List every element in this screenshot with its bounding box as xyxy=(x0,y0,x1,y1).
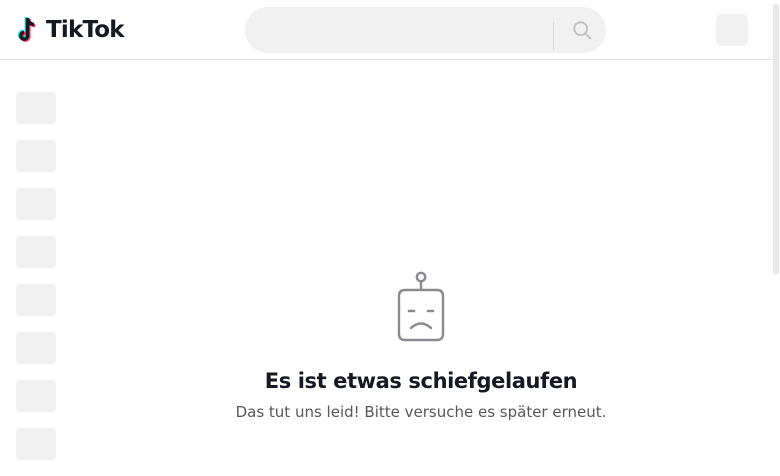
sidebar-skeleton-item xyxy=(16,332,56,364)
search-divider xyxy=(553,22,554,50)
search-icon xyxy=(572,21,591,40)
sidebar-skeleton-item xyxy=(16,236,56,268)
error-title: Es ist etwas schiefgelaufen xyxy=(264,369,578,393)
search-button[interactable] xyxy=(557,7,606,53)
sidebar-skeleton-item xyxy=(16,284,56,316)
sidebar-skeleton-item xyxy=(16,380,56,412)
sad-robot-icon xyxy=(397,271,445,342)
page-scrollbar[interactable] xyxy=(772,0,780,441)
top-header: TikTok xyxy=(0,0,772,60)
sidebar-skeleton-item xyxy=(16,188,56,220)
avatar-placeholder[interactable] xyxy=(716,14,748,46)
sidebar-skeleton-item xyxy=(16,92,56,124)
sidebar-skeleton-item xyxy=(16,428,56,460)
sidebar-skeleton xyxy=(16,92,56,476)
error-message: Das tut uns leid! Bitte versuche es spät… xyxy=(235,403,607,421)
scrollbar-thumb[interactable] xyxy=(773,4,779,274)
error-state: Es ist etwas schiefgelaufen Das tut uns … xyxy=(121,268,721,422)
sidebar-skeleton-item xyxy=(16,140,56,172)
search-input[interactable] xyxy=(263,7,543,53)
logo-wordmark: TikTok xyxy=(46,16,125,43)
search-bar xyxy=(245,7,606,53)
tiktok-note-icon xyxy=(17,16,36,42)
tiktok-logo[interactable]: TikTok xyxy=(16,14,125,46)
